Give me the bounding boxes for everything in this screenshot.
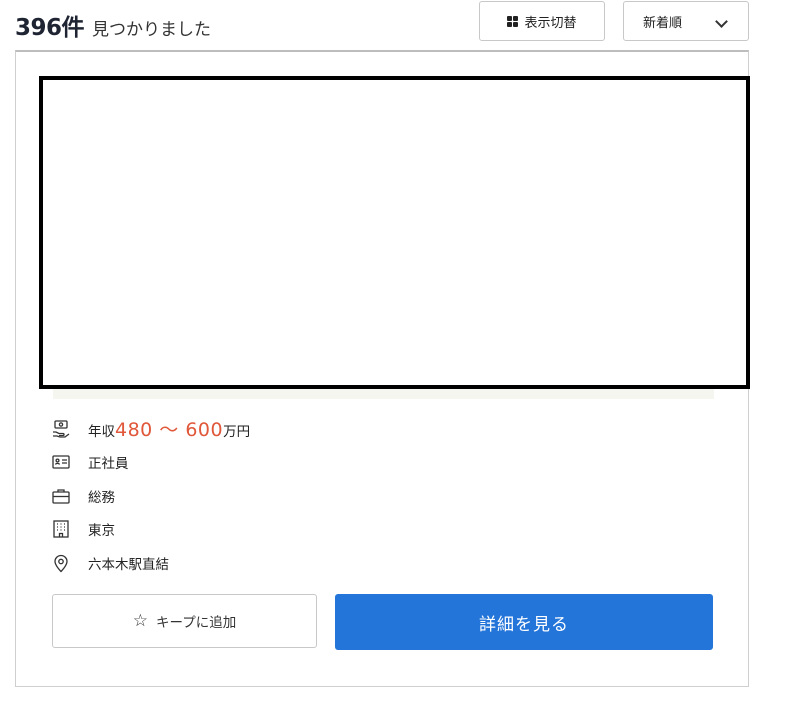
briefcase-icon <box>50 485 72 507</box>
keep-button[interactable]: ☆ キープに追加 <box>52 594 317 648</box>
sort-selected-value: 新着順 <box>643 15 683 31</box>
job-card: 年収480 〜 600万円 正社員 総務 東京 六本木駅直結 ☆ キープに追加 … <box>15 50 750 687</box>
employment-type: 正社員 <box>88 456 129 473</box>
result-count: 396件 <box>15 15 85 41</box>
access-row: 六本木駅直結 <box>50 546 250 580</box>
image-strip <box>53 389 714 399</box>
map-pin-icon <box>50 552 72 574</box>
access: 六本木駅直結 <box>88 556 169 573</box>
salary-text: 年収480 〜 600万円 <box>88 415 250 442</box>
location: 東京 <box>88 523 115 540</box>
location-row: 東京 <box>50 513 250 547</box>
job-category: 総務 <box>88 489 115 506</box>
money-hand-icon <box>50 418 72 440</box>
sort-select[interactable]: 新着順 <box>623 1 749 41</box>
employment-row: 正社員 <box>50 446 250 480</box>
salary-row: 年収480 〜 600万円 <box>50 412 250 446</box>
result-found-text: 見つかりました <box>92 20 212 40</box>
keep-label: キープに追加 <box>156 615 237 631</box>
job-info-list: 年収480 〜 600万円 正社員 総務 東京 六本木駅直結 <box>50 412 250 580</box>
chevron-down-icon <box>715 15 728 28</box>
salary-range: 480 〜 600 <box>115 419 224 442</box>
job-image-area <box>39 76 750 389</box>
view-toggle-button[interactable]: 表示切替 <box>479 1 605 41</box>
salary-prefix: 年収 <box>88 424 115 441</box>
view-details-button[interactable]: 詳細を見る <box>335 594 713 650</box>
view-toggle-label: 表示切替 <box>524 15 577 31</box>
category-row: 総務 <box>50 479 250 513</box>
building-icon <box>50 518 72 540</box>
results-summary: 396件 見つかりました <box>15 8 211 42</box>
id-card-icon <box>50 451 72 473</box>
salary-suffix: 万円 <box>223 424 251 441</box>
detail-label: 詳細を見る <box>479 614 569 635</box>
star-icon: ☆ <box>132 610 149 631</box>
grid-icon <box>507 15 519 27</box>
